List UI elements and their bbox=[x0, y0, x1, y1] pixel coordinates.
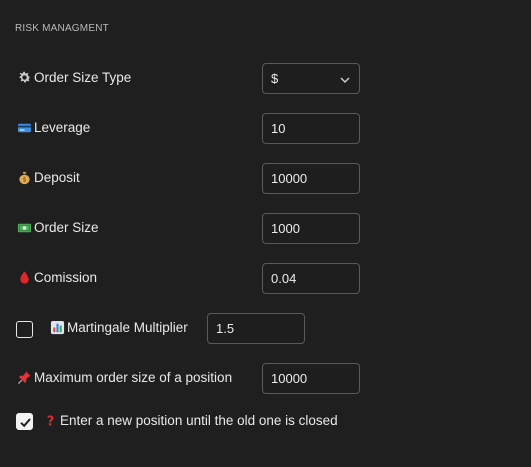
martingale-input-value[interactable] bbox=[216, 314, 298, 343]
banknote-icon bbox=[17, 220, 32, 235]
order-size-type-label: Order Size Type bbox=[34, 70, 132, 85]
order-size-label: Order Size bbox=[34, 220, 99, 235]
gear-icon bbox=[17, 70, 32, 85]
leverage-label: Leverage bbox=[34, 120, 91, 135]
martingale-label-group: Martingale Multiplier bbox=[50, 320, 188, 335]
max-order-size-label-group: Maximum order size of a position bbox=[17, 370, 232, 385]
drop-icon bbox=[17, 270, 32, 285]
deposit-label-group: $ Deposit bbox=[17, 170, 80, 185]
comission-input-value[interactable] bbox=[271, 264, 353, 293]
max-order-size-input[interactable] bbox=[262, 363, 360, 394]
checkmark-icon bbox=[20, 418, 31, 428]
comission-input[interactable] bbox=[262, 263, 360, 294]
martingale-label: Martingale Multiplier bbox=[67, 320, 188, 335]
order-size-type-label-group: Order Size Type bbox=[17, 70, 131, 85]
bar-chart-icon bbox=[50, 320, 65, 335]
max-order-size-label: Maximum order size of a position bbox=[34, 370, 233, 385]
order-size-input[interactable] bbox=[262, 213, 360, 244]
comission-label-group: Comission bbox=[17, 270, 97, 285]
new-position-checkbox[interactable] bbox=[16, 413, 33, 430]
question-mark-icon: ? bbox=[43, 413, 58, 428]
svg-text:$: $ bbox=[22, 176, 26, 184]
comission-label: Comission bbox=[34, 270, 98, 285]
new-position-label-group: ? Enter a new position until the old one… bbox=[43, 413, 338, 428]
new-position-label: Enter a new position until the old one i… bbox=[60, 413, 338, 428]
order-size-input-value[interactable] bbox=[271, 214, 353, 243]
martingale-input[interactable] bbox=[207, 313, 305, 344]
credit-card-icon bbox=[17, 120, 32, 135]
max-order-size-input-value[interactable] bbox=[271, 364, 353, 393]
deposit-input-value[interactable] bbox=[271, 164, 353, 193]
risk-management-panel: RISK MANAGMENT Order Size Type $ Leverag… bbox=[0, 0, 531, 467]
leverage-label-group: Leverage bbox=[17, 120, 90, 135]
leverage-input[interactable] bbox=[262, 113, 360, 144]
leverage-input-value[interactable] bbox=[271, 114, 353, 143]
section-title: RISK MANAGMENT bbox=[15, 23, 109, 34]
money-bag-icon: $ bbox=[17, 170, 32, 185]
pushpin-icon bbox=[17, 370, 32, 385]
chevron-down-icon bbox=[339, 73, 351, 85]
order-size-label-group: Order Size bbox=[17, 220, 99, 235]
deposit-input[interactable] bbox=[262, 163, 360, 194]
svg-text:?: ? bbox=[47, 415, 55, 428]
order-size-type-select[interactable]: $ bbox=[262, 63, 360, 94]
deposit-label: Deposit bbox=[34, 170, 80, 185]
martingale-checkbox[interactable] bbox=[16, 321, 33, 338]
